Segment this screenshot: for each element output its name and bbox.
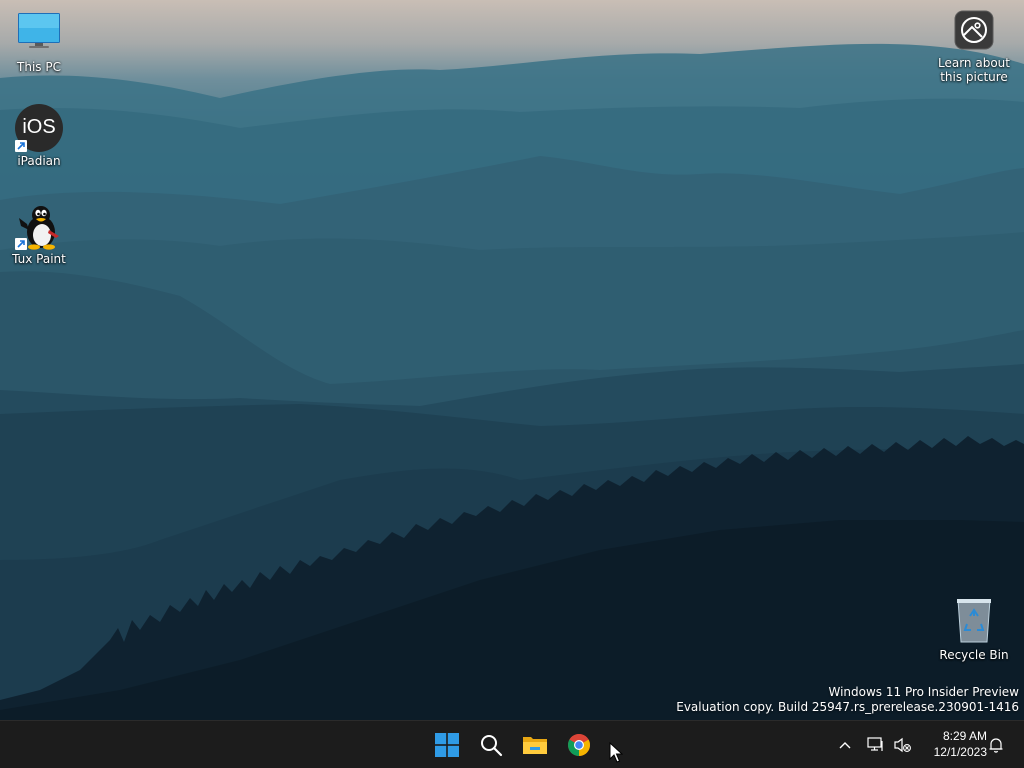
ipadian-icon: iOS — [15, 104, 63, 152]
watermark-line2: Evaluation copy. Build 25947.rs_prerelea… — [676, 700, 1019, 714]
notifications-button[interactable] — [986, 733, 1006, 757]
shortcut-arrow-icon — [15, 238, 27, 250]
monitor-icon — [15, 10, 63, 58]
show-hidden-icons-button[interactable] — [836, 733, 854, 757]
notification-bell-icon — [989, 738, 1003, 753]
volume-muted-icon — [894, 737, 911, 753]
chrome-button[interactable] — [559, 725, 599, 765]
chevron-up-icon — [839, 742, 851, 749]
search-button[interactable] — [471, 725, 511, 765]
learn-picture-icon — [954, 10, 994, 50]
desktop-icon-tux-paint[interactable]: Tux Paint — [1, 202, 77, 266]
desktop-icon-this-pc[interactable]: This PC — [1, 10, 77, 74]
taskbar-clock[interactable]: 8:29 AM 12/1/2023 — [934, 728, 987, 760]
ipadian-icon-text: iOS — [22, 116, 56, 138]
search-icon — [481, 735, 503, 757]
shortcut-arrow-icon — [15, 140, 27, 152]
clock-date: 12/1/2023 — [933, 745, 987, 759]
desktop-icon-recycle-bin[interactable]: Recycle Bin — [936, 596, 1012, 662]
windows-build-watermark: Windows 11 Pro Insider Preview Evaluatio… — [676, 685, 1019, 715]
chrome-icon — [568, 734, 590, 756]
desktop-icon-label: Tux Paint — [12, 252, 66, 266]
folder-icon — [523, 737, 547, 754]
file-explorer-button[interactable] — [515, 725, 555, 765]
desktop-icon-label: This PC — [17, 60, 61, 74]
desktop-icon-learn-about-picture[interactable]: Learn about this picture — [936, 10, 1012, 84]
network-icon — [867, 737, 883, 751]
recycle-bin-icon — [950, 596, 998, 644]
desktop-icon-label-line1: Learn about — [938, 56, 1010, 70]
taskbar: 8:29 AM 12/1/2023 — [0, 720, 1024, 768]
mouse-cursor-icon — [609, 742, 623, 763]
tux-penguin-icon — [15, 202, 63, 250]
desktop-icon-label-line2: this picture — [940, 70, 1008, 84]
desktop[interactable]: This PC iOS iPadian Tux Paint Learn abou… — [0, 0, 1024, 720]
desktop-icon-label: iPadian — [17, 154, 61, 168]
wallpaper-mountains — [0, 43, 1024, 720]
network-button[interactable] — [866, 733, 886, 757]
start-button[interactable] — [427, 725, 467, 765]
watermark-line1: Windows 11 Pro Insider Preview — [828, 685, 1019, 699]
volume-button[interactable] — [892, 733, 912, 757]
clock-time: 8:29 AM — [942, 729, 987, 743]
desktop-icon-label: Recycle Bin — [939, 648, 1009, 662]
windows-start-icon — [435, 733, 459, 757]
desktop-icon-ipadian[interactable]: iOS iPadian — [1, 104, 77, 168]
